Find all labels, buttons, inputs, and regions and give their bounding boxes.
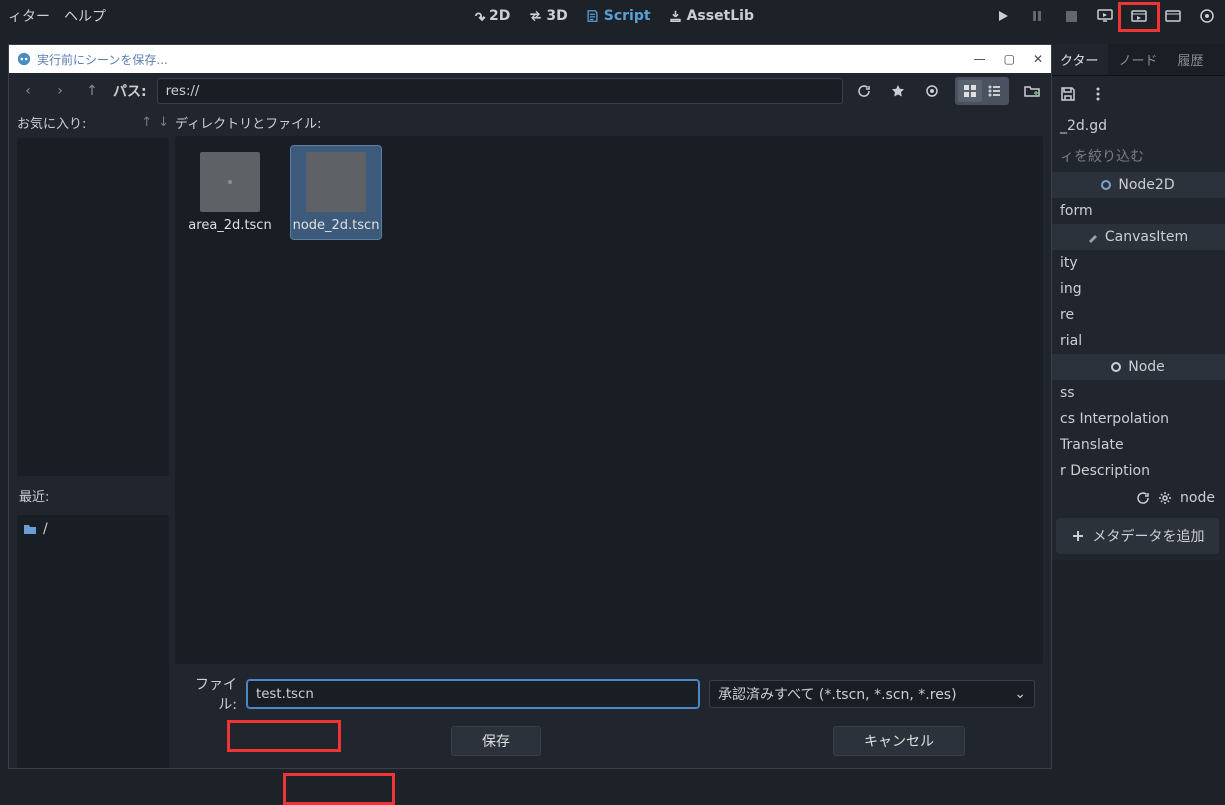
row-texture[interactable]: re	[1050, 302, 1225, 328]
cancel-button[interactable]: キャンセル	[833, 726, 965, 756]
swap-icon	[528, 9, 542, 23]
row-transform[interactable]: form	[1050, 198, 1225, 224]
save-button[interactable]: 保存	[451, 726, 541, 756]
view-list-button[interactable]	[982, 80, 1006, 102]
file-thumb	[306, 152, 366, 212]
visibility-button[interactable]	[921, 80, 943, 102]
save-dialog: 実行前にシーンを保存... — ▢ ✕ ‹ › ↑ パス: お気に入り: ↑	[8, 44, 1052, 769]
menu-editor[interactable]: ィター	[8, 6, 50, 26]
refresh-button[interactable]	[853, 80, 875, 102]
play-scene-button[interactable]	[1129, 6, 1149, 26]
more-icon[interactable]	[1090, 86, 1106, 102]
chevron-down-icon: ⌄	[1014, 686, 1026, 702]
nav-back-button[interactable]: ‹	[17, 80, 39, 102]
folder-icon	[23, 522, 37, 536]
favorite-button[interactable]	[887, 80, 909, 102]
meta-label: node	[1180, 490, 1215, 506]
section-canvasitem[interactable]: CanvasItem	[1050, 224, 1225, 250]
inspector-file[interactable]: _2d.gd	[1050, 112, 1225, 140]
fav-down-icon[interactable]: ↓	[158, 115, 169, 130]
dialog-title: 実行前にシーンを保存...	[37, 51, 168, 68]
minimize-button[interactable]: —	[974, 52, 986, 66]
play-custom-button[interactable]	[1163, 6, 1183, 26]
section-node2d[interactable]: Node2D	[1050, 172, 1225, 198]
nav-forward-button[interactable]: ›	[49, 80, 71, 102]
path-label: パス:	[113, 81, 147, 101]
download-icon	[669, 9, 683, 23]
menu-help[interactable]: ヘルプ	[64, 6, 106, 26]
play-button[interactable]	[993, 6, 1013, 26]
filename-input[interactable]	[247, 680, 699, 708]
tab-history[interactable]: 履歴	[1168, 44, 1214, 75]
section-node[interactable]: Node	[1050, 354, 1225, 380]
tab-node[interactable]: ノード	[1108, 44, 1167, 75]
node2d-icon	[1100, 179, 1112, 191]
filter-select[interactable]: 承認済みすべて (*.tscn, *.scn, *.res) ⌄	[709, 680, 1035, 708]
fav-up-icon[interactable]: ↑	[141, 115, 152, 130]
view-mode-toggle	[955, 77, 1009, 105]
view-grid-button[interactable]	[958, 80, 982, 102]
row-physics-interpolation[interactable]: cs Interpolation	[1050, 406, 1225, 432]
dialog-titlebar: 実行前にシーンを保存... — ▢ ✕	[9, 45, 1051, 73]
node-icon	[1110, 361, 1122, 373]
inspector-filter-input[interactable]: ィを絞り込む	[1050, 140, 1225, 172]
file-item-node2d[interactable]: node_2d.tscn	[291, 146, 381, 239]
godot-icon	[17, 52, 31, 66]
favorites-label: お気に入り: ↑ ↓	[17, 113, 169, 132]
dialog-nav: ‹ › ↑ パス:	[9, 73, 1051, 109]
canvasitem-icon	[1087, 231, 1099, 243]
view-switcher: 2D 3D Script AssetLib	[471, 8, 754, 24]
row-editor-description[interactable]: r Description	[1050, 458, 1225, 484]
remote-debug-button[interactable]	[1095, 6, 1115, 26]
row-process[interactable]: ss	[1050, 380, 1225, 406]
filename-label: ファイル:	[183, 674, 237, 714]
recent-label: 最近:	[17, 482, 169, 509]
view-script-button[interactable]: Script	[586, 8, 651, 24]
nav-up-button[interactable]: ↑	[81, 80, 103, 102]
favorites-panel	[17, 138, 169, 476]
view-assetlib-button[interactable]: AssetLib	[669, 8, 754, 24]
row-visibility[interactable]: ity	[1050, 250, 1225, 276]
gear-icon[interactable]	[1158, 491, 1172, 505]
add-metadata-button[interactable]: メタデータを追加	[1056, 518, 1219, 554]
recent-item-root[interactable]: /	[23, 521, 163, 537]
movie-maker-button[interactable]	[1197, 6, 1217, 26]
file-thumb	[200, 152, 260, 212]
close-button[interactable]: ✕	[1033, 52, 1043, 66]
path-input[interactable]	[157, 78, 843, 104]
row-auto-translate[interactable]: Translate	[1050, 432, 1225, 458]
file-item-area2d[interactable]: area_2d.tscn	[185, 146, 275, 239]
reload-icon[interactable]	[1136, 491, 1150, 505]
recent-panel: /	[17, 515, 169, 768]
top-toolbar: ィター ヘルプ 2D 3D Script AssetLib	[0, 0, 1225, 32]
pause-button[interactable]	[1027, 6, 1047, 26]
save-icon[interactable]	[1060, 86, 1076, 102]
view-2d-button[interactable]: 2D	[471, 8, 510, 24]
plus-icon	[1071, 529, 1085, 543]
highlight-savebtn	[283, 773, 395, 805]
view-3d-button[interactable]: 3D	[528, 8, 567, 24]
file-grid: area_2d.tscn node_2d.tscn	[175, 136, 1043, 664]
redo-icon	[471, 9, 485, 23]
inspector-panel: クター ノード 履歴 _2d.gd ィを絞り込む Node2D form Can…	[1050, 44, 1225, 560]
row-material[interactable]: rial	[1050, 328, 1225, 354]
directory-label: ディレクトリとファイル:	[175, 113, 1043, 132]
stop-button[interactable]	[1061, 6, 1081, 26]
play-controls	[993, 6, 1217, 26]
maximize-button[interactable]: ▢	[1004, 52, 1015, 66]
script-icon	[586, 9, 600, 23]
tab-inspector[interactable]: クター	[1050, 44, 1108, 75]
row-ordering[interactable]: ing	[1050, 276, 1225, 302]
new-folder-button[interactable]	[1021, 80, 1043, 102]
